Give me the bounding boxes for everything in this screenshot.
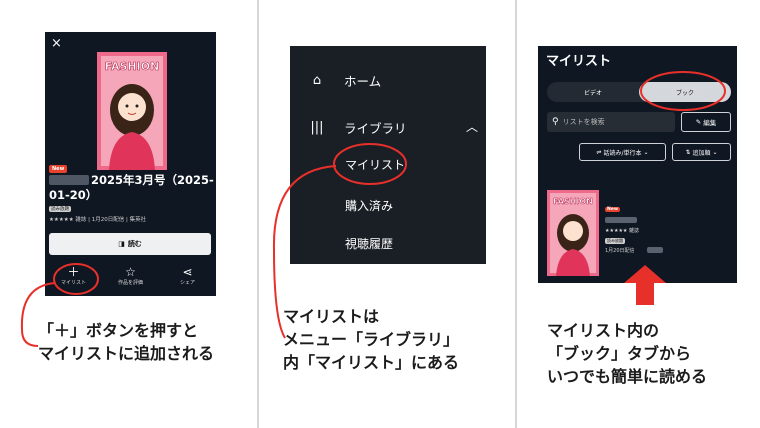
library-icon: |||: [310, 120, 324, 135]
menu-home[interactable]: ⌂ ホーム: [308, 71, 381, 90]
divider-left: [257, 0, 259, 428]
item-meta: ★★★★★ 雑誌: [605, 228, 640, 234]
menu-home-label: ホーム: [344, 74, 382, 89]
filter-icon: ⇌: [596, 148, 602, 156]
magazine-cover: FASHION: [97, 52, 167, 170]
plus-icon: ＋: [67, 265, 80, 279]
tab-video[interactable]: ビデオ: [547, 82, 639, 102]
cover-title: FASHION: [105, 60, 160, 73]
search-input[interactable]: ⚲ リストを検索: [547, 112, 675, 132]
pencil-icon: ✎: [695, 118, 702, 126]
chevron-down-icon: ⌄: [712, 148, 718, 156]
menu-history[interactable]: 視聴履歴: [345, 235, 393, 252]
page-title: マイリスト: [546, 54, 612, 69]
blurred-publisher: [647, 247, 663, 253]
unlimited-badge: 読み放題: [49, 206, 71, 212]
sort-dropdown[interactable]: ⇅ 追加順 ⌄: [672, 143, 731, 161]
new-badge: New: [605, 207, 620, 212]
caption-1-line-2: マイリストに追加される: [38, 344, 215, 363]
caption-3-line-1: マイリスト内の: [547, 321, 660, 340]
library-menu-screen: ⌂ ホーム ||| ライブラリ ︿ マイリスト 購入済み 視聴履歴: [290, 46, 486, 264]
book-icon: ◨: [118, 240, 125, 248]
caption-3-line-2: 「ブック」タブから: [547, 344, 692, 363]
share-icon: ⋖: [182, 265, 193, 279]
star-icon: ☆: [125, 265, 136, 279]
share-label: シェア: [179, 280, 195, 286]
chevron-down-icon: ⌄: [643, 148, 649, 156]
read-button-label: 読む: [127, 240, 142, 248]
caption-3: マイリスト内の 「ブック」タブから いつでも簡単に読める: [547, 319, 707, 388]
add-mylist-button[interactable]: ＋マイリスト: [49, 265, 99, 295]
caption-3-line-3: いつでも簡単に読める: [547, 367, 708, 386]
unlimited-badge: 読み放題: [605, 238, 625, 244]
caption-2: マイリストは メニュー「ライブラリ」 内「マイリスト」にある: [283, 305, 459, 374]
menu-library[interactable]: ||| ライブラリ: [308, 118, 407, 137]
caption-2-line-2: メニュー「ライブラリ」: [283, 330, 460, 349]
tab-switcher: ビデオ ブック: [547, 82, 731, 102]
item-title: 2025年3月号（2025-01-20）: [49, 173, 214, 202]
menu-library-label: ライブラリ: [344, 121, 407, 136]
caption-1: 「＋」ボタンを押すと マイリストに追加される: [38, 319, 214, 365]
caption-2-line-3: 内「マイリスト」にある: [283, 353, 460, 372]
close-icon[interactable]: ×: [51, 36, 62, 51]
share-button[interactable]: ⋖ シェア: [163, 265, 213, 295]
blurred-title: [605, 217, 637, 223]
sort-icon: ⇅: [685, 148, 691, 156]
chevron-up-icon[interactable]: ︿: [466, 118, 478, 135]
read-button[interactable]: ◨ 読む: [49, 233, 211, 255]
item-meta: ★★★★★ 雑誌 | 1月20日配信 | 集英社: [49, 217, 147, 223]
cover-title: FASHION: [553, 197, 593, 206]
mylist-screen: マイリスト ビデオ ブック ⚲ リストを検索 ✎ 編集 ⇌ 話読み/単行本 ⌄ ⇅ 追加順…: [538, 46, 737, 283]
add-mylist-label: マイリスト: [60, 280, 86, 286]
edit-button-label: 編集: [703, 119, 717, 127]
tab-book[interactable]: ブック: [639, 82, 731, 102]
magazine-cover[interactable]: FASHION: [547, 190, 599, 276]
sort-label: 追加順: [692, 149, 711, 157]
caption-1-line-1: 「＋」ボタンを押すと: [38, 321, 199, 340]
caption-2-line-1: マイリストは: [283, 307, 380, 326]
content-detail-screen: × FASHION New 2025年3月号（2025-01-20） 読み放題 …: [45, 32, 216, 296]
action-bar: ＋マイリスト ☆ 作品を評価 ⋖ シェア: [45, 265, 216, 295]
filter-label: 話読み/単行本: [603, 149, 642, 157]
search-icon: ⚲: [552, 117, 559, 127]
search-placeholder: リストを検索: [562, 118, 605, 126]
menu-mylist[interactable]: マイリスト: [345, 156, 405, 173]
divider-right: [515, 0, 517, 428]
rate-label: 作品を評価: [117, 280, 143, 286]
rate-button[interactable]: ☆ 作品を評価: [106, 265, 156, 295]
menu-purchased[interactable]: 購入済み: [345, 197, 393, 214]
item-date: 1月20日配信: [605, 248, 635, 254]
home-icon: ⌂: [312, 73, 322, 88]
filter-dropdown[interactable]: ⇌ 話読み/単行本 ⌄: [579, 143, 666, 161]
new-badge: New: [49, 165, 68, 173]
edit-button[interactable]: ✎ 編集: [681, 112, 731, 132]
